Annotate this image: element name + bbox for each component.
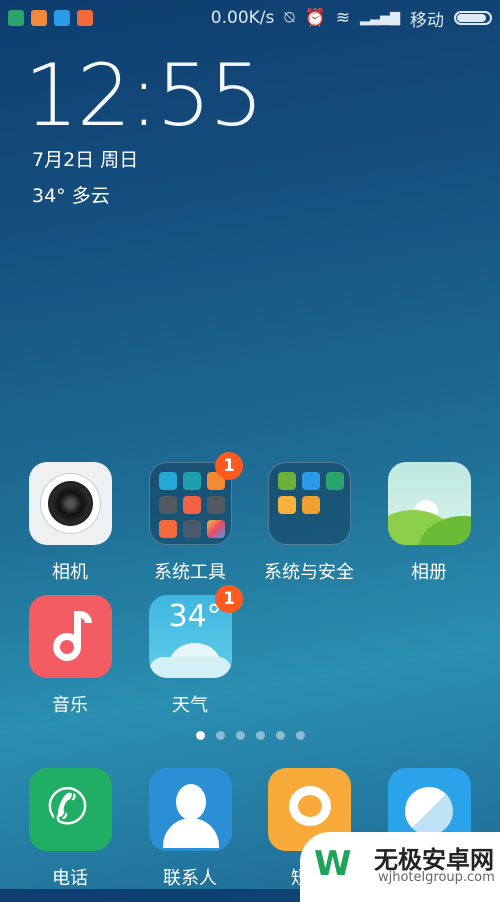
app-music[interactable]: 音乐 [10, 595, 130, 717]
signal-icon: ▂▃▅▇ [360, 10, 400, 26]
date: 7月2日 周日 [32, 149, 139, 171]
carrier: 移动 [410, 10, 444, 31]
folder-system-security[interactable]: 系统与安全 [249, 462, 369, 584]
app-label: 电话 [52, 868, 88, 889]
browser-notification-icon [54, 10, 70, 26]
net-speed: 0.00K/s [210, 8, 275, 28]
folder-system-tools[interactable]: 1 系统工具 [130, 452, 250, 584]
status-bar: 0.00K/s ⍉ ⏰ ≋ ▂▃▅▇ 移动 [0, 0, 500, 36]
battery-icon [454, 11, 492, 25]
app-camera[interactable]: 相机 [10, 462, 130, 584]
clock[interactable]: 12:55 [24, 46, 264, 146]
app-label: 相册 [411, 562, 447, 583]
notification-badge: 1 [215, 585, 243, 613]
weather-temp: 34° [168, 599, 222, 634]
music-icon [28, 595, 112, 678]
security-notification-icon [8, 10, 24, 26]
page-dot[interactable] [255, 731, 265, 740]
app-label: 天气 [172, 695, 208, 716]
app-label: 相机 [52, 562, 88, 583]
app-label: 系统与安全 [264, 562, 354, 583]
alarm-icon: ⏰ [304, 8, 326, 28]
app-label: 音乐 [52, 695, 88, 716]
wifi-icon: ≋ [335, 8, 350, 28]
app-label: 联系人 [163, 868, 217, 889]
vibrate-off-icon: ⍉ [284, 8, 295, 28]
page-dot[interactable] [215, 731, 225, 740]
page-dot[interactable] [195, 731, 205, 740]
watermark-url: wjhotelgroup.com [378, 870, 495, 885]
app-weather[interactable]: 34° 1 天气 [130, 585, 250, 717]
watermark-logo: W [314, 844, 352, 884]
page-indicator[interactable] [0, 731, 500, 740]
camera-icon [28, 462, 112, 545]
contacts-icon [148, 768, 232, 851]
notification-badge: 1 [215, 452, 243, 480]
mi-store-notification-icon [77, 10, 93, 26]
page-dot[interactable] [295, 731, 305, 740]
weather-summary: 34° 多云 [32, 185, 110, 207]
dock-phone[interactable]: ✆ 电话 [10, 768, 130, 890]
music-notification-icon [31, 10, 47, 26]
watermark: W 无极安卓网 wjhotelgroup.com [300, 832, 500, 902]
app-gallery[interactable]: 相册 [369, 462, 489, 584]
phone-icon: ✆ [28, 768, 112, 851]
gallery-icon [387, 462, 471, 545]
folder-icon [267, 462, 351, 545]
app-label: 系统工具 [154, 562, 226, 583]
page-dot[interactable] [275, 731, 285, 740]
page-dot[interactable] [235, 731, 245, 740]
dock-contacts[interactable]: 联系人 [130, 768, 250, 890]
